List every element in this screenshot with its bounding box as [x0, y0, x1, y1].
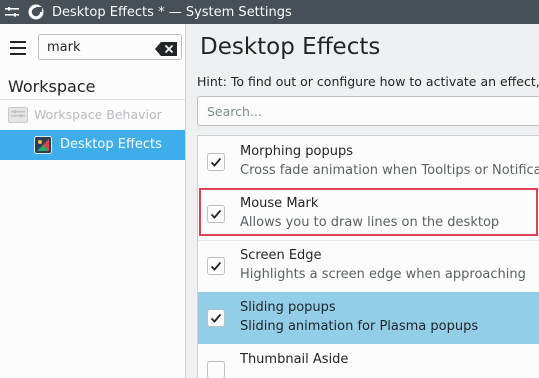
effect-checkbox[interactable] [207, 205, 225, 223]
window-menu-icon[interactable] [2, 0, 22, 24]
effect-row-morphing-popups[interactable]: Morphing popups Cross fade animation whe… [198, 136, 539, 188]
workspace-behavior-icon [8, 107, 28, 123]
effect-row-thumbnail-aside[interactable]: Thumbnail Aside [198, 344, 539, 378]
page-title: Desktop Effects [200, 34, 381, 60]
sidebar-header: mark [0, 24, 185, 70]
system-settings-logo-icon [28, 4, 44, 20]
effect-name: Sliding popups [240, 300, 336, 315]
sidebar-search-value: mark [47, 40, 81, 55]
effects-search-field[interactable] [197, 96, 539, 126]
effect-description: Allows you to draw lines on the desktop [240, 215, 500, 230]
effect-description: Sliding animation for Plasma popups [240, 319, 479, 334]
effect-row-screen-edge[interactable]: Screen Edge Highlights a screen edge whe… [198, 240, 539, 292]
sidebar-search-input[interactable]: mark [38, 34, 182, 60]
main-content: Desktop Effects Hint: To find out or con… [186, 24, 539, 378]
sidebar-item-desktop-effects[interactable]: Desktop Effects [0, 130, 185, 160]
effect-name: Screen Edge [240, 248, 322, 263]
effect-description: Cross fade animation when Tooltips or No… [240, 163, 539, 178]
effect-row-mouse-mark[interactable]: Mouse Mark Allows you to draw lines on t… [198, 188, 539, 240]
effect-checkbox[interactable] [207, 153, 225, 171]
effect-checkbox[interactable] [207, 361, 225, 378]
effect-checkbox[interactable] [207, 309, 225, 327]
effect-description: Highlights a screen edge when approachin… [240, 267, 526, 282]
effect-name: Thumbnail Aside [240, 352, 349, 367]
sidebar-item-workspace-behavior[interactable]: Workspace Behavior [0, 102, 185, 128]
hamburger-menu-icon[interactable] [10, 41, 26, 55]
sidebar: mark Workspace Workspace Behavior Deskto… [0, 24, 186, 378]
clear-search-icon[interactable] [155, 41, 177, 56]
effects-search-input[interactable] [205, 103, 529, 120]
desktop-effects-icon [34, 136, 52, 154]
effect-checkbox[interactable] [207, 257, 225, 275]
title-bar: Desktop Effects * — System Settings [0, 0, 539, 24]
sidebar-item-label: Workspace Behavior [34, 107, 162, 122]
sidebar-category-workspace: Workspace [8, 77, 96, 96]
effects-list: Morphing popups Cross fade animation whe… [197, 135, 539, 378]
sidebar-divider [0, 99, 185, 100]
effect-row-sliding-popups[interactable]: Sliding popups Sliding animation for Pla… [198, 292, 539, 344]
effect-name: Morphing popups [240, 144, 353, 159]
hint-text: Hint: To find out or configure how to ac… [197, 74, 539, 89]
effect-name: Mouse Mark [240, 196, 319, 211]
sidebar-item-label: Desktop Effects [60, 137, 162, 152]
window-title: Desktop Effects * — System Settings [52, 4, 292, 20]
